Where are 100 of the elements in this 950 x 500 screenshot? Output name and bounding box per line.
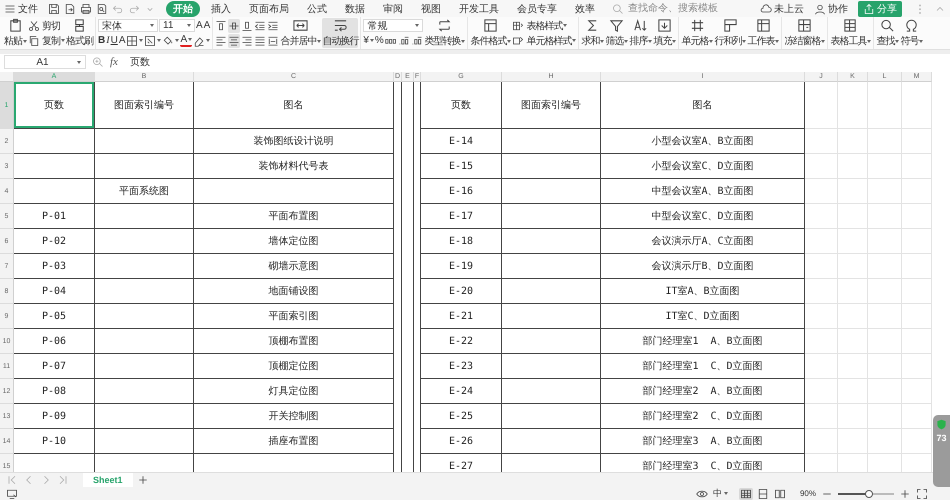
name-box[interactable]: A1 bbox=[4, 55, 86, 69]
ribbon-button[interactable]: 复制 bbox=[28, 34, 65, 48]
table-cell: 页数 bbox=[421, 82, 502, 129]
menu-tab[interactable]: 页面布局 bbox=[242, 0, 296, 16]
ribbon-button[interactable]: 单元格 bbox=[681, 18, 714, 48]
toolbar-button[interactable]: ¥ bbox=[363, 34, 374, 48]
ribbon-button[interactable]: 求和 bbox=[581, 18, 604, 48]
ribbon-button[interactable]: 筛选 bbox=[605, 18, 628, 48]
table-cell: E-17 bbox=[421, 204, 502, 229]
table-cell: 小型会议室C、D立面图 bbox=[601, 154, 805, 179]
table-cell: 图面索引编号 bbox=[95, 82, 194, 129]
table-cell: 装饰图纸设计说明 bbox=[194, 129, 394, 154]
table-cell: E-21 bbox=[421, 304, 502, 329]
table-cell: 中型会议室C、D立面图 bbox=[601, 204, 805, 229]
font-color-button[interactable]: A bbox=[180, 34, 192, 46]
ribbon-button[interactable]: 填充 bbox=[653, 18, 676, 48]
table-cell: 中型会议室A、B立面图 bbox=[601, 179, 805, 204]
table-cell: 小型会议室A、B立面图 bbox=[601, 129, 805, 154]
table-cell: P-03 bbox=[14, 254, 95, 279]
table-cell: 平面布置图 bbox=[194, 204, 394, 229]
ribbon-button[interactable]: 粘贴 bbox=[4, 18, 27, 48]
ribbon-button[interactable]: 自动换行 bbox=[322, 18, 358, 48]
table-cell: 墙体定位图 bbox=[194, 229, 394, 254]
table-cell: E-15 bbox=[421, 154, 502, 179]
table-cell: 装饰材料代号表 bbox=[194, 154, 394, 179]
table-cell: E-22 bbox=[421, 329, 502, 354]
table-cell: 顶棚定位图 bbox=[194, 354, 394, 379]
table-cell: P-07 bbox=[14, 354, 95, 379]
table-cell: 页数 bbox=[14, 82, 95, 129]
bold-button[interactable]: B bbox=[98, 34, 106, 48]
toolbar-button[interactable]: A bbox=[118, 34, 126, 48]
table-cell: E-16 bbox=[421, 179, 502, 204]
table-cell: E-26 bbox=[421, 429, 502, 454]
ribbon-button[interactable]: 表格工具 bbox=[830, 18, 872, 48]
table-cell: E-24 bbox=[421, 379, 502, 404]
table-cell: E-18 bbox=[421, 229, 502, 254]
ribbon-button[interactable]: 排序 bbox=[629, 18, 652, 48]
table-cell: 灯具定位图 bbox=[194, 379, 394, 404]
table-cell: 平面系统图 bbox=[95, 179, 194, 204]
table-cell: P-05 bbox=[14, 304, 95, 329]
zoom-level[interactable]: 90% bbox=[800, 489, 816, 498]
table-cell: 开关控制图 bbox=[194, 404, 394, 429]
table-cell: 顶棚布置图 bbox=[194, 329, 394, 354]
reading-text: 73 bbox=[936, 433, 946, 443]
table-cell: E-14 bbox=[421, 129, 502, 154]
table-cell: 部门经理室3 A、B立面图 bbox=[601, 429, 805, 454]
table-cell: E-19 bbox=[421, 254, 502, 279]
dropdown-field[interactable]: 11 bbox=[159, 19, 195, 32]
search-field[interactable]: 查找命令、搜索模板 bbox=[612, 2, 740, 15]
formula-field[interactable]: 页数 bbox=[124, 55, 946, 69]
ribbon-button[interactable]: 行和列 bbox=[714, 18, 746, 48]
menu-tab[interactable]: 数据 bbox=[338, 0, 372, 16]
table-cell: P-10 bbox=[14, 429, 95, 454]
table-cell: 砌墙示意图 bbox=[194, 254, 394, 279]
ribbon-button[interactable]: 冻结窗格 bbox=[784, 18, 826, 48]
ribbon-button[interactable]: 类型转换 bbox=[424, 18, 466, 48]
table-cell: P-02 bbox=[14, 229, 95, 254]
table-cell: P-08 bbox=[14, 379, 95, 404]
ribbon-button[interactable]: 工作表 bbox=[747, 18, 780, 48]
layout-button[interactable]: 中 bbox=[712, 487, 728, 500]
cloud-status-button[interactable]: 未上云 bbox=[760, 2, 804, 16]
toolbar-button[interactable]: A bbox=[196, 18, 203, 32]
menu-tab[interactable]: 审阅 bbox=[376, 0, 410, 16]
menu-tab[interactable]: 插入 bbox=[204, 0, 238, 16]
ribbon-button[interactable]: 符号 bbox=[900, 18, 924, 48]
ribbon-button[interactable]: 格式刷 bbox=[66, 18, 93, 48]
table-cell: 图面索引编号 bbox=[502, 82, 601, 129]
table-cell: 会议演示厅A、C立面图 bbox=[601, 229, 805, 254]
table-cell: 部门经理室2 A、B立面图 bbox=[601, 379, 805, 404]
menu-tab[interactable]: 会员专享 bbox=[510, 0, 564, 16]
menu-tab[interactable]: 效率 bbox=[568, 0, 602, 16]
table-cell: 插座布置图 bbox=[194, 429, 394, 454]
table-cell: IT室A、B立面图 bbox=[601, 279, 805, 304]
table-cell: P-09 bbox=[14, 404, 95, 429]
dropdown-field[interactable]: 宋体 bbox=[98, 19, 158, 32]
ribbon-button[interactable]: 单元格样式 bbox=[512, 34, 576, 48]
toolbar-button[interactable]: A bbox=[204, 18, 210, 32]
table-cell: 图名 bbox=[601, 82, 805, 129]
file-menu[interactable]: 文件 bbox=[4, 2, 38, 16]
ribbon-button[interactable]: 剪切 bbox=[28, 18, 65, 32]
dropdown-field[interactable]: 常规 bbox=[363, 19, 424, 32]
table-cell: 部门经理室1 C、D立面图 bbox=[601, 354, 805, 379]
table-cell: E-20 bbox=[421, 279, 502, 304]
toolbar-button[interactable]: % bbox=[374, 34, 384, 48]
collaborate-button[interactable]: 协作 bbox=[814, 2, 848, 16]
ribbon-button[interactable]: 表格样式 bbox=[512, 18, 576, 32]
underline-button[interactable]: U bbox=[110, 34, 118, 48]
ribbon-button[interactable]: 条件格式 bbox=[470, 18, 512, 48]
table-cell: E-25 bbox=[421, 404, 502, 429]
menu-tab[interactable]: 开发工具 bbox=[452, 0, 506, 16]
table-cell: P-04 bbox=[14, 279, 95, 304]
menu-tab[interactable]: 视图 bbox=[414, 0, 448, 16]
table-cell: P-01 bbox=[14, 204, 95, 229]
function-label[interactable]: fx bbox=[110, 56, 118, 68]
table-cell: 图名 bbox=[194, 82, 394, 129]
table-cell: IT室C、D立面图 bbox=[601, 304, 805, 329]
ribbon-button[interactable]: 查找 bbox=[876, 18, 900, 48]
table-cell: 地面铺设图 bbox=[194, 279, 394, 304]
italic-button[interactable]: I bbox=[106, 34, 110, 48]
menu-tab[interactable]: 公式 bbox=[300, 0, 334, 16]
